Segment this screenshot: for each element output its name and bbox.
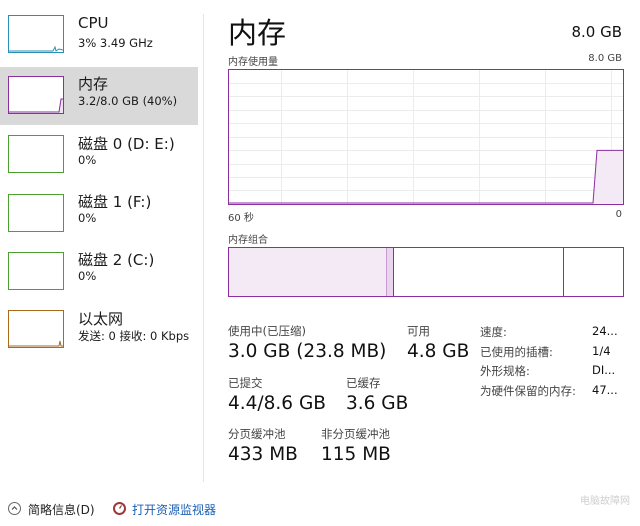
- composition-modified: [386, 248, 395, 296]
- composition-standby: [394, 248, 564, 296]
- non-paged-pool-value: 115 MB: [321, 444, 391, 465]
- cpu-graph-icon: [8, 15, 64, 53]
- paged-pool-label: 分页缓冲池: [228, 427, 286, 441]
- available-value: 4.8 GB: [407, 341, 470, 362]
- summary-label: 简略信息(D): [28, 503, 95, 517]
- paged-pool-value: 433 MB: [228, 444, 298, 465]
- sidebar-item-title: 以太网: [78, 310, 124, 328]
- memory-graph-line: [9, 98, 63, 113]
- form-factor-value: DI...: [592, 363, 616, 377]
- committed-label: 已提交: [228, 376, 263, 390]
- panel-divider: [203, 14, 204, 482]
- resource-monitor-label: 打开资源监视器: [132, 503, 217, 517]
- sidebar-item-subtitle: 0%: [78, 211, 97, 225]
- cached-label: 已缓存: [346, 376, 381, 390]
- sidebar-item-title: 磁盘 0 (D: E:): [78, 135, 175, 153]
- ethernet-graph-icon: [8, 310, 64, 348]
- hardware-reserved-value: 47...: [592, 383, 618, 397]
- composition-in-use: [229, 248, 387, 296]
- sidebar-item-disk-1[interactable]: 磁盘 1 (F:) 0%: [0, 185, 198, 243]
- in-use-label: 使用中(已压缩): [228, 324, 306, 338]
- sidebar-item-title: 磁盘 1 (F:): [78, 193, 152, 211]
- speed-value: 24...: [592, 324, 618, 338]
- usage-graph-x-left: 60 秒: [228, 213, 254, 224]
- sidebar-item-subtitle: 0%: [78, 153, 97, 167]
- in-use-value: 3.0 GB (23.8 MB): [228, 341, 387, 362]
- usage-fill: [593, 150, 623, 204]
- memory-composition-bar: [228, 247, 624, 297]
- composition-label: 内存组合: [228, 235, 268, 246]
- ethernet-graph-line: [9, 340, 63, 347]
- non-paged-pool-label: 非分页缓冲池: [321, 427, 390, 441]
- watermark: 电脑故障网: [580, 496, 630, 507]
- disk-graph-icon: [8, 252, 64, 290]
- collapse-chevron-icon: [8, 502, 21, 515]
- memory-graph-icon: [8, 76, 64, 114]
- hardware-reserved-label: 为硬件保留的内存:: [480, 384, 576, 398]
- sidebar-item-title: CPU: [78, 14, 109, 32]
- available-label: 可用: [407, 324, 430, 338]
- sidebar-item-title: 内存: [78, 75, 109, 93]
- composition-free: [563, 248, 623, 296]
- sidebar-item-ethernet[interactable]: 以太网 发送: 0 接收: 0 Kbps: [0, 303, 198, 361]
- resource-monitor-icon: [113, 502, 126, 515]
- usage-graph-canvas: [229, 70, 623, 204]
- sidebar-item-disk-0[interactable]: 磁盘 0 (D: E:) 0%: [0, 126, 198, 184]
- sidebar-item-memory[interactable]: 内存 3.2/8.0 GB (40%): [0, 67, 198, 125]
- cpu-graph-line: [9, 45, 63, 52]
- usage-line: [229, 149, 623, 204]
- sidebar-item-cpu[interactable]: CPU 3% 3.49 GHz: [0, 6, 198, 64]
- sidebar-item-subtitle: 0%: [78, 269, 97, 283]
- page-title: 内存: [228, 16, 287, 50]
- usage-graph-label: 内存使用量: [228, 57, 278, 68]
- memory-usage-graph: [228, 69, 624, 205]
- disk-graph-icon: [8, 135, 64, 173]
- sidebar-item-title: 磁盘 2 (C:): [78, 251, 155, 269]
- usage-graph-x-right: 0: [615, 209, 622, 220]
- total-memory: 8.0 GB: [571, 23, 622, 41]
- sidebar-item-subtitle: 发送: 0 接收: 0 Kbps: [78, 329, 190, 343]
- sidebar-item-subtitle: 3.2/8.0 GB (40%): [78, 94, 178, 108]
- usage-graph-max: 8.0 GB: [588, 53, 622, 64]
- committed-value: 4.4/8.6 GB: [228, 393, 326, 414]
- disk-graph-icon: [8, 194, 64, 232]
- speed-label: 速度:: [480, 325, 507, 339]
- slots-used-value: 1/4: [592, 344, 611, 358]
- form-factor-label: 外形规格:: [480, 364, 530, 378]
- slots-used-label: 已使用的插槽:: [480, 345, 553, 359]
- cached-value: 3.6 GB: [346, 393, 409, 414]
- resource-list: CPU 3% 3.49 GHz 内存 3.2/8.0 GB (40%) 磁盘 0…: [0, 0, 200, 490]
- sidebar-item-disk-2[interactable]: 磁盘 2 (C:) 0%: [0, 244, 198, 302]
- sidebar-item-subtitle: 3% 3.49 GHz: [78, 36, 153, 50]
